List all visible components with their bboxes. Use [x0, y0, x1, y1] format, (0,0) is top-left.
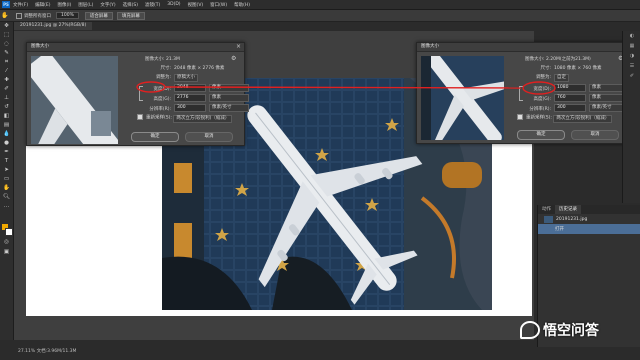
history-file-name: 20191231.jpg [556, 216, 588, 222]
history-step[interactable]: 打开 [538, 224, 640, 234]
snapshot-thumbnail [544, 215, 553, 223]
watermark: 悟空问答 [520, 320, 599, 340]
panel-icon-strip: ◐ ▦ ◑ ☰ ✐ [622, 31, 640, 203]
tab-actions[interactable]: 动作 [538, 205, 555, 214]
history-snapshot[interactable]: 20191231.jpg [538, 214, 640, 224]
watermark-text: 悟空问答 [543, 323, 599, 339]
tab-history[interactable]: 历史记录 [555, 205, 581, 214]
properties-panel-icon[interactable]: ☰ [623, 61, 640, 71]
panel-tabs: 动作 历史记录 [538, 205, 640, 214]
history-step-label: 打开 [555, 227, 564, 232]
annotation-arrow-line [165, 86, 522, 89]
watermark-logo-icon [520, 321, 540, 339]
status-bar: 27.11% 文档:3.96M/11.3M [14, 347, 538, 356]
annotation-circle-right [522, 81, 556, 95]
brush-panel-icon[interactable]: ✐ [623, 71, 640, 81]
adjustments-panel-icon[interactable]: ◑ [623, 51, 640, 61]
swatches-panel-icon[interactable]: ▦ [623, 41, 640, 51]
color-panel-icon[interactable]: ◐ [623, 31, 640, 41]
annotation-circle-left [136, 81, 166, 93]
